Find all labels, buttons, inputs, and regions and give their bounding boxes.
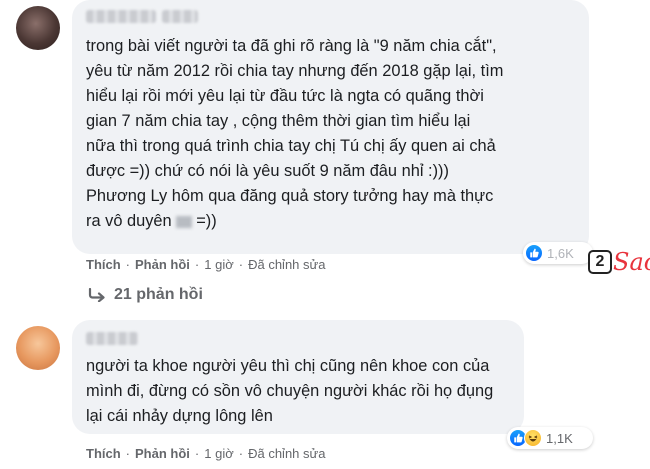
comment-time[interactable]: 1 giờ	[204, 446, 234, 461]
separator-dot: ·	[125, 257, 131, 272]
like-link[interactable]: Thích	[86, 446, 121, 461]
watermark-box: 2	[588, 250, 612, 274]
like-reaction-icon	[525, 244, 543, 262]
comment-text: trong bài viết người ta đã ghi rõ ràng l…	[86, 37, 504, 230]
reaction-summary[interactable]: 1,1K	[507, 427, 593, 449]
comment-time[interactable]: 1 giờ	[204, 257, 234, 272]
reply-link[interactable]: Phản hồi	[135, 257, 190, 272]
haha-reaction-icon	[524, 429, 542, 447]
separator-dot: ·	[238, 446, 244, 461]
separator-dot: ·	[125, 446, 131, 461]
view-replies-button[interactable]: 21 phản hồi	[88, 286, 203, 304]
commenter-avatar[interactable]	[16, 6, 60, 50]
reaction-count: 1,6K	[547, 245, 574, 261]
separator-dot: ·	[194, 446, 200, 461]
separator-dot: ·	[194, 257, 200, 272]
commenter-avatar[interactable]	[16, 326, 60, 370]
like-link[interactable]: Thích	[86, 257, 121, 272]
comment-text: người ta khoe người yêu thì chị cũng nên…	[86, 357, 494, 425]
reply-arrow-icon	[88, 288, 105, 302]
reply-link[interactable]: Phản hồi	[135, 446, 190, 461]
edited-label: Đã chỉnh sửa	[248, 446, 326, 461]
watermark-text: Sao	[613, 248, 650, 276]
author-name-blurred[interactable]	[86, 10, 156, 23]
reaction-count: 1,1K	[546, 430, 573, 446]
2sao-watermark: 2 Sao	[588, 248, 650, 276]
edited-label: Đã chỉnh sửa	[248, 257, 326, 272]
reaction-summary[interactable]: 1,6K	[523, 242, 593, 264]
censored-word	[176, 215, 193, 228]
separator-dot: ·	[238, 257, 244, 272]
comment-actions: Thích · Phản hồi · 1 giờ · Đã chỉnh sửa	[86, 446, 325, 461]
author-name-blurred[interactable]	[86, 332, 138, 345]
comment-actions: Thích · Phản hồi · 1 giờ · Đã chỉnh sửa	[86, 257, 325, 272]
replies-count-label: 21 phản hồi	[114, 286, 203, 303]
author-name-blurred[interactable]	[162, 10, 198, 23]
